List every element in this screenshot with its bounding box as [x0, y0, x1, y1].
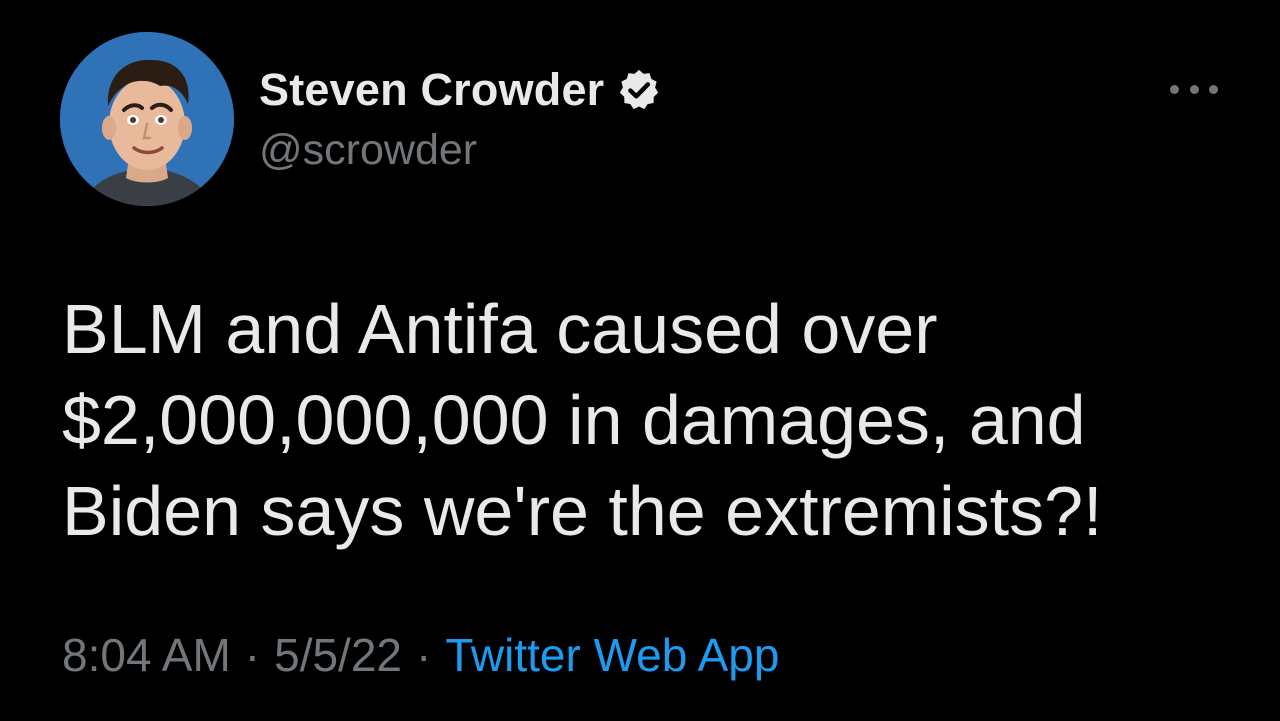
tweet-date[interactable]: 5/5/22: [274, 629, 402, 681]
author-name-row: Steven Crowder: [259, 62, 662, 118]
tweet-meta: 8:04 AM · 5/5/22 · Twitter Web App: [62, 628, 779, 682]
handle[interactable]: @scrowder: [259, 126, 477, 175]
verified-badge-icon: [616, 67, 662, 113]
tweet-time[interactable]: 8:04 AM: [62, 629, 231, 681]
meta-separator: ·: [244, 629, 261, 681]
tweet-text-line: BLM and Antifa caused over: [62, 290, 938, 368]
more-options-icon[interactable]: [1170, 76, 1218, 102]
more-dot: [1170, 84, 1179, 94]
avatar[interactable]: [60, 32, 234, 206]
tweet: Steven Crowder @scrowder BLM and Antifa …: [0, 0, 1280, 721]
more-dot: [1189, 84, 1199, 94]
tweet-text-line: $2,000,000,000 in damages, and: [62, 381, 1086, 459]
source-link[interactable]: Twitter Web App: [445, 629, 779, 681]
display-name[interactable]: Steven Crowder: [259, 64, 604, 116]
avatar-photo-icon: [60, 32, 234, 206]
more-dot: [1209, 84, 1218, 94]
tweet-text-line: Biden says we're the extremists?!: [62, 472, 1103, 550]
meta-separator: ·: [416, 629, 432, 681]
tweet-text: BLM and Antifa caused over $2,000,000,00…: [62, 284, 1212, 557]
